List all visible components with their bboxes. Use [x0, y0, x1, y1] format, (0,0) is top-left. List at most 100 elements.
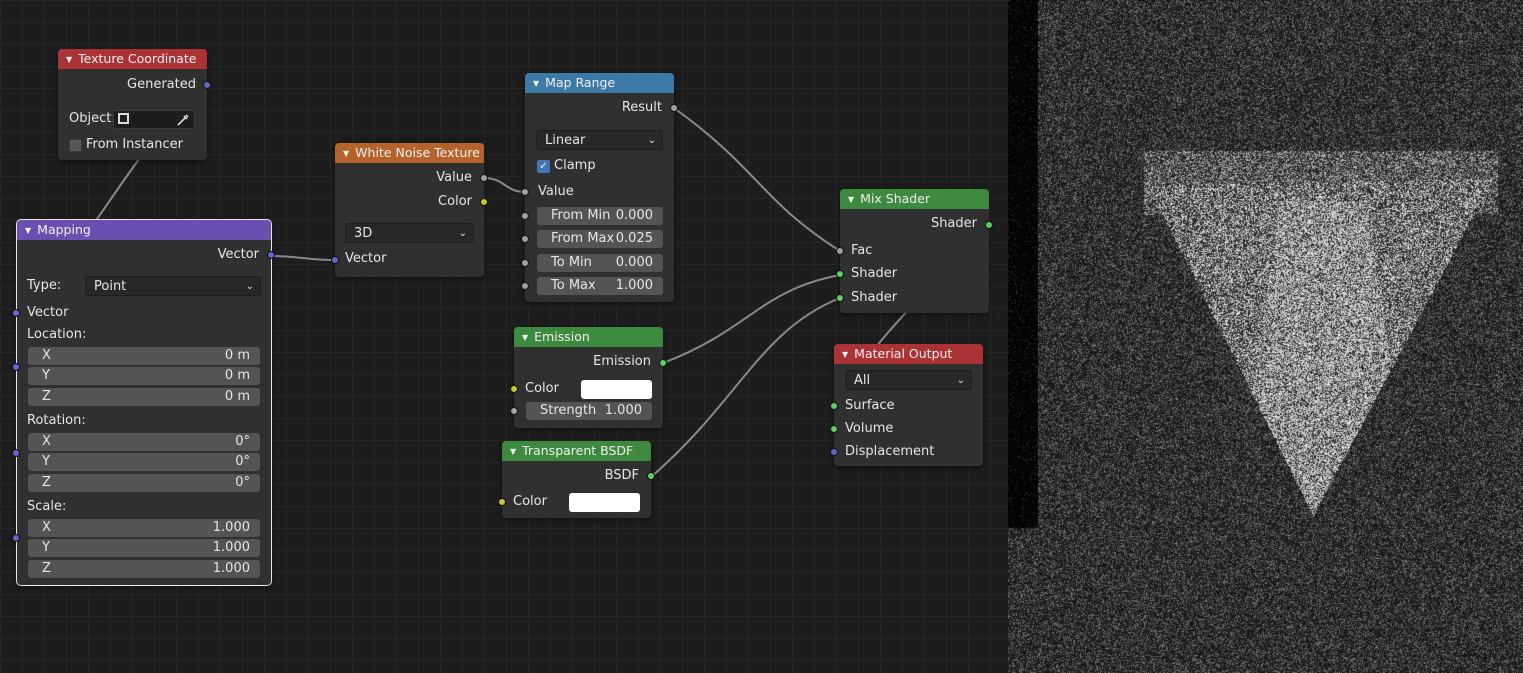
strength-socket[interactable]: [510, 407, 518, 415]
vector-output-socket[interactable]: [267, 251, 275, 259]
from-min-field[interactable]: From Min 0.000: [537, 207, 663, 225]
white-noise-header[interactable]: ▼ White Noise Texture: [335, 143, 484, 163]
value-input-socket[interactable]: [521, 188, 529, 196]
dimensions-value: 3D: [354, 226, 373, 241]
map-range-node[interactable]: ▼ Map Range Result Linear ⌄ ✓ Clamp Value …: [521, 73, 678, 302]
chevron-down-icon: ⌄: [458, 228, 467, 239]
bsdf-output-socket[interactable]: [647, 472, 655, 480]
mix-shader-header[interactable]: ▼ Mix Shader: [840, 189, 989, 209]
color-output-socket[interactable]: [480, 198, 488, 206]
scale-x-field[interactable]: X 1.000: [28, 519, 260, 537]
collapse-triangle-icon[interactable]: ▼: [66, 55, 72, 64]
displacement-label: Displacement: [845, 444, 935, 459]
surface-socket[interactable]: [830, 402, 838, 410]
type-value: Point: [94, 279, 127, 294]
location-y-field[interactable]: Y0 m: [28, 367, 260, 385]
target-dropdown[interactable]: All ⌄: [845, 370, 972, 390]
location-z-field[interactable]: Z0 m: [28, 388, 260, 406]
location-x-field[interactable]: X0 m: [28, 347, 260, 365]
collapse-triangle-icon[interactable]: ▼: [533, 79, 539, 88]
dimensions-dropdown[interactable]: 3D ⌄: [345, 223, 474, 243]
rotation-socket[interactable]: [12, 449, 20, 457]
collapse-triangle-icon[interactable]: ▼: [510, 447, 516, 456]
result-output-socket[interactable]: [670, 104, 678, 112]
node-title: Material Output: [854, 346, 953, 361]
emission-output-socket[interactable]: [659, 359, 667, 367]
volume-label: Volume: [845, 421, 894, 436]
to-max-socket[interactable]: [521, 282, 529, 290]
node-title: Emission: [534, 329, 590, 344]
to-min-socket[interactable]: [521, 259, 529, 267]
node-editor[interactable]: ▼ Texture Coordinate Generated Object: Fr…: [0, 0, 1008, 673]
from-min-socket[interactable]: [521, 212, 529, 220]
vector-input-socket[interactable]: [331, 256, 339, 264]
node-title: Mapping: [37, 222, 91, 237]
interpolation-dropdown[interactable]: Linear ⌄: [536, 130, 663, 150]
transparent-bsdf-header[interactable]: ▼ Transparent BSDF: [502, 441, 651, 461]
color-output-label: Color: [438, 194, 472, 209]
transparent-bsdf-node[interactable]: ▼ Transparent BSDF BSDF Color: [498, 441, 655, 518]
texture-coordinate-node[interactable]: ▼ Texture Coordinate Generated Object: Fr…: [58, 49, 211, 160]
to-max-field[interactable]: To Max 1.000: [537, 277, 663, 295]
surface-label: Surface: [845, 398, 895, 413]
scale-socket[interactable]: [12, 534, 20, 542]
displacement-socket[interactable]: [830, 448, 838, 456]
color-input-socket[interactable]: [510, 385, 518, 393]
shader-output-label: Shader: [930, 216, 977, 231]
node-title: White Noise Texture: [355, 145, 480, 160]
eyedropper-icon[interactable]: [176, 113, 190, 127]
result-output-label: Result: [621, 100, 662, 115]
mapping-header[interactable]: ▼ Mapping: [17, 220, 271, 240]
collapse-triangle-icon[interactable]: ▼: [848, 195, 854, 204]
collapse-triangle-icon[interactable]: ▼: [522, 333, 528, 342]
vector-input-socket[interactable]: [12, 309, 20, 317]
clamp-checkbox[interactable]: ✓: [537, 160, 550, 173]
emission-node[interactable]: ▼ Emission Emission Color Strength 1.000: [510, 327, 667, 428]
value-output-socket[interactable]: [480, 174, 488, 182]
mapping-node[interactable]: ▼ Mapping Vector Type: Point ⌄ Vector Loca…: [12, 219, 275, 586]
chevron-down-icon: ⌄: [956, 375, 965, 386]
scale-y-field[interactable]: Y 1.000: [28, 539, 260, 557]
collapse-triangle-icon[interactable]: ▼: [343, 149, 349, 158]
wire-mapping-to-noise: [270, 255, 336, 261]
wire-emission-to-mix: [662, 274, 841, 364]
shader-input-1-socket[interactable]: [836, 270, 844, 278]
object-picker[interactable]: [113, 110, 195, 129]
mix-shader-node[interactable]: ▼ Mix Shader Shader Fac Shader Shader: [836, 189, 993, 313]
from-max-field[interactable]: From Max 0.025: [537, 230, 663, 248]
volume-socket[interactable]: [830, 425, 838, 433]
value-output-label: Value: [436, 170, 472, 185]
rotation-z-field[interactable]: Z 0°: [28, 474, 260, 492]
white-noise-texture-node[interactable]: ▼ White Noise Texture Value Color 3D ⌄ Vec…: [331, 143, 488, 277]
location-socket[interactable]: [12, 363, 20, 371]
to-min-field[interactable]: To Min 0.000: [537, 254, 663, 272]
rotation-x-field[interactable]: X 0°: [28, 433, 260, 451]
fac-socket[interactable]: [836, 247, 844, 255]
render-viewport[interactable]: [1008, 0, 1523, 673]
interpolation-value: Linear: [545, 133, 586, 148]
strength-field[interactable]: Strength 1.000: [526, 402, 652, 420]
generated-socket[interactable]: [203, 81, 211, 89]
color-input-socket[interactable]: [498, 498, 506, 506]
type-dropdown[interactable]: Point ⌄: [85, 276, 261, 296]
shader-output-socket[interactable]: [985, 221, 993, 229]
shader-input-2-socket[interactable]: [836, 294, 844, 302]
scale-z-field[interactable]: Z 1.000: [28, 560, 260, 578]
color-input-label: Color: [513, 494, 547, 509]
clamp-label: Clamp: [554, 158, 596, 173]
vector-output-label: Vector: [217, 247, 259, 262]
emission-header[interactable]: ▼ Emission: [514, 327, 663, 347]
collapse-triangle-icon[interactable]: ▼: [842, 350, 848, 359]
collapse-triangle-icon[interactable]: ▼: [25, 226, 31, 235]
map-range-header[interactable]: ▼ Map Range: [525, 73, 674, 93]
material-output-node[interactable]: ▼ Material Output All ⌄ Surface Volume Dis…: [830, 344, 983, 466]
color-swatch[interactable]: [581, 380, 652, 399]
color-swatch[interactable]: [569, 493, 640, 512]
from-instancer-checkbox[interactable]: [69, 139, 82, 152]
bsdf-output-label: BSDF: [604, 468, 639, 483]
rotation-y-field[interactable]: Y 0°: [28, 453, 260, 471]
texture-coordinate-header[interactable]: ▼ Texture Coordinate: [58, 49, 207, 69]
material-output-header[interactable]: ▼ Material Output: [834, 344, 983, 364]
fac-label: Fac: [851, 243, 873, 258]
from-max-socket[interactable]: [521, 235, 529, 243]
